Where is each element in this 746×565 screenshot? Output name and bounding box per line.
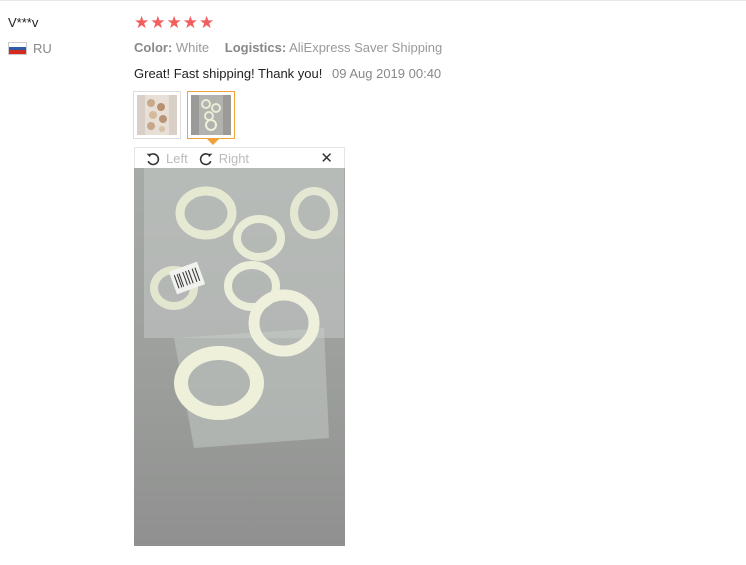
- review-photo-large: [134, 168, 345, 546]
- reviewer-country: RU: [8, 41, 52, 56]
- feedback-date: 09 Aug 2019 00:40: [332, 66, 442, 81]
- photo-thumbnail-2-image: [191, 95, 231, 135]
- flag-ru-icon: [8, 42, 27, 55]
- photo-viewer-toolbar: Left Right ✕: [134, 147, 345, 169]
- review-photo-image: [134, 168, 345, 546]
- feedback: Great! Fast shipping! Thank you! 09 Aug …: [134, 66, 441, 81]
- logistics-value: AliExpress Saver Shipping: [289, 40, 443, 55]
- photo-thumbnail-1[interactable]: [133, 91, 181, 139]
- rotate-left-button[interactable]: Left: [145, 151, 188, 167]
- star-icon: ★: [166, 13, 182, 32]
- star-icon: ★: [134, 13, 150, 32]
- top-divider: [0, 0, 746, 1]
- close-viewer-button[interactable]: ✕: [320, 151, 333, 166]
- color-label: Color:: [134, 40, 173, 55]
- photo-thumbnails: [133, 91, 235, 139]
- order-attributes: Color: White Logistics: AliExpress Saver…: [134, 40, 442, 55]
- rotate-left-icon: [146, 152, 160, 165]
- reviewer-name: V***v: [8, 15, 39, 30]
- selected-thumbnail-pointer: [207, 139, 219, 145]
- color-value: White: [175, 40, 210, 55]
- rotate-right-label: Right: [218, 151, 250, 166]
- photo-thumbnail-1-image: [137, 95, 177, 135]
- rotate-right-button[interactable]: Right: [198, 151, 249, 167]
- star-icon: ★: [199, 13, 215, 32]
- photo-thumbnail-2[interactable]: [187, 91, 235, 139]
- star-rating: ★ ★ ★ ★ ★: [134, 14, 214, 32]
- logistics-label: Logistics:: [224, 40, 287, 55]
- rotate-left-label: Left: [166, 151, 188, 166]
- star-icon: ★: [182, 13, 198, 32]
- star-icon: ★: [150, 13, 166, 32]
- rotate-right-icon: [199, 152, 213, 165]
- country-code: RU: [33, 41, 52, 56]
- feedback-text: Great! Fast shipping! Thank you!: [134, 66, 323, 81]
